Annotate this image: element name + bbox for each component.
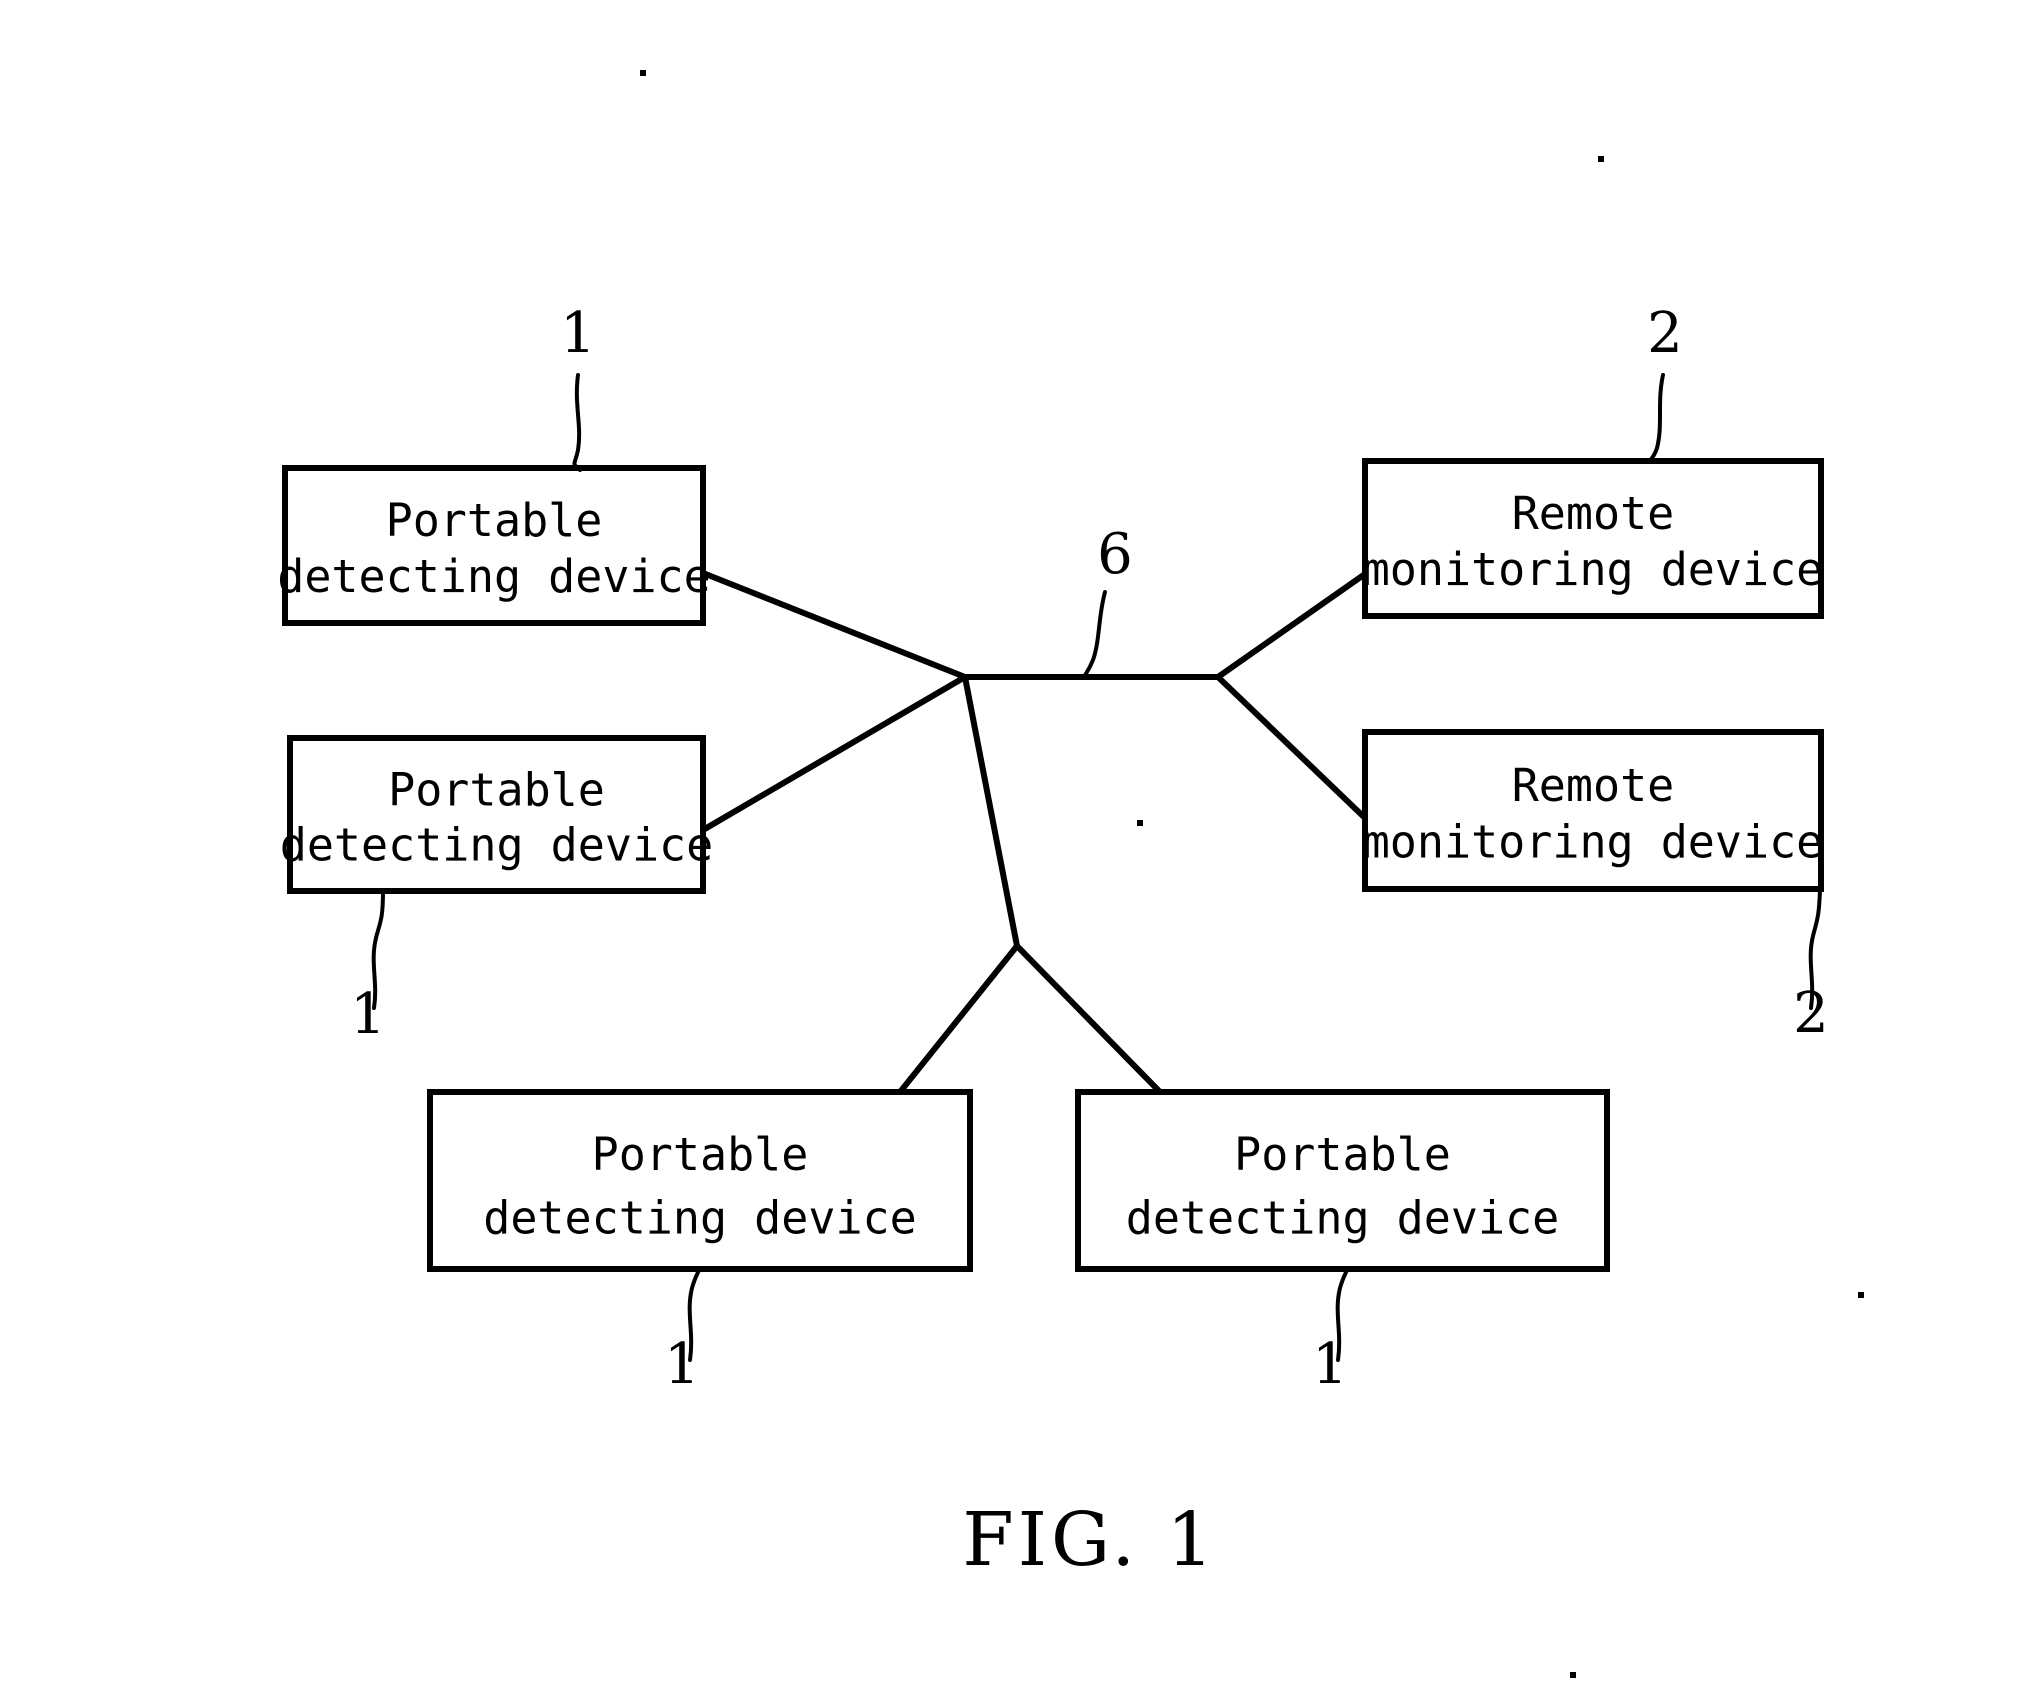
connection-trunk-to-remote-bottom-right <box>1215 674 1368 821</box>
scan-speck <box>640 70 646 76</box>
scan-speck <box>1137 820 1143 826</box>
box-label-line1: Remote <box>1512 487 1675 540</box>
ref-2-top-right-leader-line <box>1648 373 1665 464</box>
box-label-line1: Portable <box>1234 1128 1451 1181</box>
box-label-line2: detecting device <box>1126 1192 1559 1245</box>
box-portable-detecting-device-bottom-right[interactable]: Portable detecting device <box>1075 1089 1610 1272</box>
scan-speck <box>1858 1292 1864 1298</box>
ref-2-bottom-right: 2 <box>1793 981 1829 1046</box>
ref-1-top-left: 1 <box>560 301 596 366</box>
box-portable-detecting-device-top-left[interactable]: Portabledetecting device <box>277 465 711 626</box>
box-remote-monitoring-device-top-right[interactable]: Remotemonitoring device <box>1362 458 1824 619</box>
box-portable-detecting-device-bottom-left[interactable]: Portable detecting device <box>427 1089 973 1272</box>
box-label-line2: monitoring device <box>1363 543 1824 596</box>
box-label-line2: monitoring device <box>1363 816 1824 869</box>
box-label-line2: detecting device <box>280 818 713 871</box>
scan-speck <box>1570 1672 1576 1678</box>
box-portable-detecting-device-mid-left[interactable]: Portabledetecting device <box>280 735 713 894</box>
ref-1-bottom-right: 1 <box>1312 1332 1348 1397</box>
box-remote-monitoring-device-bottom-right[interactable]: Remotemonitoring device <box>1362 729 1824 892</box>
connection-lines <box>701 570 1368 1095</box>
ref-1-mid-left: 1 <box>350 982 386 1047</box>
box-label-line2: detecting device <box>277 550 710 603</box>
ref-2-top-right: 2 <box>1647 301 1683 366</box>
box-label-line1: Portable <box>386 494 603 547</box>
ref-6-network: 6 <box>1097 522 1133 587</box>
box-label-line1: Remote <box>1512 759 1675 812</box>
connection-trunk-to-portable-mid-left <box>701 674 967 833</box>
device-boxes: Portabledetecting devicePortabledetectin… <box>277 458 1824 1272</box>
figure-caption: FIG. 1 <box>962 1497 1217 1583</box>
connection-trunk-to-portable-top-left <box>701 570 967 680</box>
connection-lower-branch-to-bottom-right <box>1014 943 1163 1095</box>
box-label-line1: Portable <box>388 763 605 816</box>
scan-speck <box>1598 156 1604 162</box>
figure-canvas: Portabledetecting devicePortabledetectin… <box>277 70 1864 1678</box>
ref-1-bottom-left: 1 <box>664 1332 700 1397</box>
patent-figure-page: Portable detecting device Portable detectin… <box>0 0 2020 1694</box>
ref-1-top-left-leader-line <box>572 373 582 472</box>
connection-trunk-to-remote-top-right <box>1216 571 1367 680</box>
box-label-line1: Portable <box>592 1128 809 1181</box>
box-label-line2: detecting device <box>483 1192 916 1245</box>
connection-lower-branch-to-bottom-left <box>897 944 1020 1094</box>
ref-6-network-leader-line <box>1082 590 1107 679</box>
connection-trunk-to-lower-branch <box>962 676 1020 947</box>
